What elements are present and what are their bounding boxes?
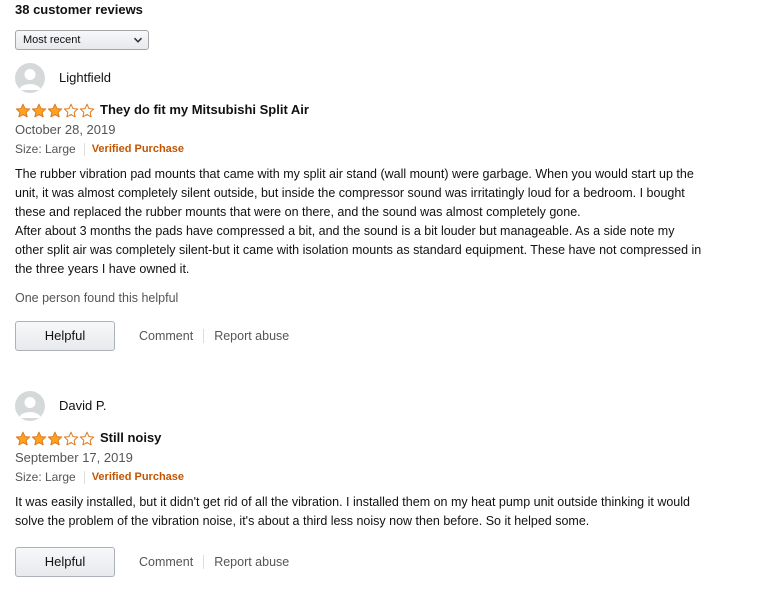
helpful-button[interactable]: Helpful bbox=[15, 321, 115, 351]
star-empty-icon bbox=[79, 431, 95, 446]
helpful-button[interactable]: Helpful bbox=[15, 547, 115, 577]
star-filled-icon bbox=[31, 103, 47, 118]
avatar bbox=[15, 391, 45, 421]
report-abuse-link[interactable]: Report abuse bbox=[214, 329, 289, 343]
star-filled-icon bbox=[15, 431, 31, 446]
default-avatar-icon bbox=[19, 69, 41, 90]
review-date: September 17, 2019 bbox=[15, 450, 133, 465]
review-paragraph: The rubber vibration pad mounts that cam… bbox=[15, 167, 694, 219]
reviewer-profile[interactable]: David P. bbox=[15, 391, 715, 421]
avatar bbox=[15, 63, 45, 93]
verified-purchase-badge[interactable]: Verified Purchase bbox=[92, 139, 184, 159]
divider bbox=[203, 555, 205, 569]
chevron-down-icon bbox=[133, 37, 143, 43]
reviewer-profile[interactable]: Lightfield bbox=[15, 63, 715, 93]
comment-link[interactable]: Comment bbox=[139, 555, 193, 569]
size-variant[interactable]: Size: Large bbox=[15, 139, 76, 159]
review-title[interactable]: They do fit my Mitsubishi Split Air bbox=[100, 102, 309, 117]
star-empty-icon bbox=[79, 103, 95, 118]
helpful-count: One person found this helpful bbox=[15, 291, 179, 305]
star-rating[interactable] bbox=[15, 103, 95, 118]
star-empty-icon bbox=[63, 431, 79, 446]
size-variant[interactable]: Size: Large bbox=[15, 467, 76, 487]
review-item: Lightfield They do fit my Mitsubishi Spl… bbox=[15, 63, 715, 351]
verified-purchase-badge[interactable]: Verified Purchase bbox=[92, 467, 184, 487]
review-item: David P. Still noisy September 17, 2019 … bbox=[15, 391, 715, 577]
report-abuse-link[interactable]: Report abuse bbox=[214, 555, 289, 569]
star-filled-icon bbox=[31, 431, 47, 446]
default-avatar-icon bbox=[19, 397, 41, 418]
star-filled-icon bbox=[47, 431, 63, 446]
divider bbox=[203, 329, 205, 343]
star-filled-icon bbox=[15, 103, 31, 118]
review-body: The rubber vibration pad mounts that cam… bbox=[15, 165, 705, 279]
divider bbox=[83, 470, 85, 484]
star-rating[interactable] bbox=[15, 431, 95, 446]
reviews-page: 38 customer reviews Most recent Lightfie… bbox=[0, 0, 768, 609]
review-date: October 28, 2019 bbox=[15, 122, 116, 137]
review-paragraph: It was easily installed, but it didn't g… bbox=[15, 495, 690, 528]
comment-link[interactable]: Comment bbox=[139, 329, 193, 343]
sort-selected-value: Most recent bbox=[23, 34, 81, 46]
star-filled-icon bbox=[47, 103, 63, 118]
sort-dropdown[interactable]: Most recent bbox=[15, 30, 149, 50]
review-paragraph: After about 3 months the pads have compr… bbox=[15, 224, 702, 276]
reviewer-name: Lightfield bbox=[59, 70, 112, 85]
star-empty-icon bbox=[63, 103, 79, 118]
divider bbox=[83, 142, 85, 156]
review-body: It was easily installed, but it didn't g… bbox=[15, 493, 705, 531]
review-title[interactable]: Still noisy bbox=[100, 430, 161, 445]
review-count-heading: 38 customer reviews bbox=[15, 2, 143, 17]
reviewer-name: David P. bbox=[59, 398, 107, 413]
